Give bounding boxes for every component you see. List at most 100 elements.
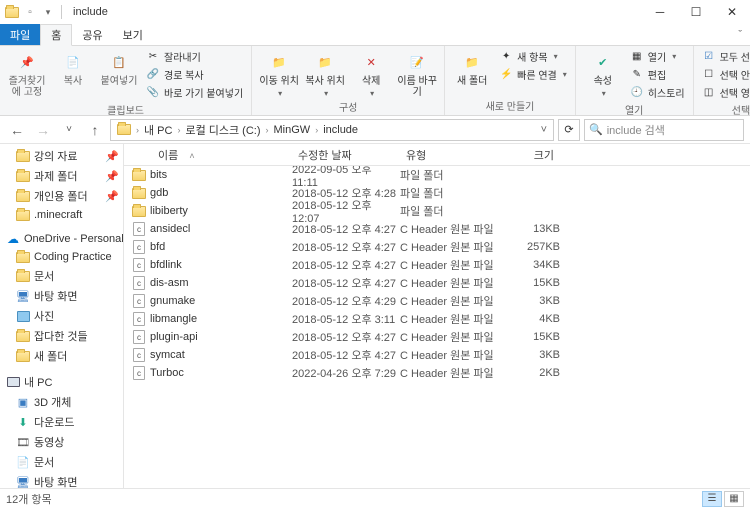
search-box[interactable]: 🔍 include 검색 [584, 119, 744, 141]
sidebar-item[interactable]: 📄문서 [0, 452, 123, 472]
column-date[interactable]: 수정한 날짜 [292, 147, 400, 163]
copyto-button[interactable]: 📁복사 위치▾ [304, 48, 346, 98]
breadcrumb[interactable]: 로컬 디스크 (C:) [181, 122, 264, 138]
open-button[interactable]: ▦열기▾ [628, 48, 687, 65]
properties-button[interactable]: ✔속성▾ [582, 48, 624, 98]
file-row[interactable]: gdb2018-05-12 오후 4:28파일 폴더 [124, 184, 750, 202]
cloud-icon: ☁ [6, 232, 20, 246]
breadcrumb[interactable]: include [319, 124, 362, 136]
close-button[interactable]: ✕ [714, 0, 750, 24]
sidebar-item[interactable]: 🖥바탕 화면 [0, 286, 123, 306]
copy-button[interactable]: 📄복사 [52, 48, 94, 87]
maximize-button[interactable]: ☐ [678, 0, 714, 24]
minimize-button[interactable]: ─ [642, 0, 678, 24]
file-date: 2018-05-12 오후 4:27 [292, 329, 400, 345]
main: 강의 자료📌 과제 폴더📌 개인용 폴더📌 .minecraft ☁OneDri… [0, 144, 750, 488]
sidebar-item-thispc[interactable]: 내 PC [0, 372, 123, 392]
sidebar-item[interactable]: 잡다한 것들 [0, 326, 123, 346]
address-bar[interactable]: › 내 PC › 로컬 디스크 (C:) › MinGW › include ˅ [110, 119, 554, 141]
file-row[interactable]: cbfd2018-05-12 오후 4:27C Header 원본 파일257K… [124, 238, 750, 256]
up-button[interactable]: ↑ [84, 119, 106, 141]
documents-icon: 📄 [16, 455, 30, 469]
file-row[interactable]: cgnumake2018-05-12 오후 4:29C Header 원본 파일… [124, 292, 750, 310]
file-name: Turboc [150, 367, 184, 379]
sidebar-item[interactable]: 문서 [0, 266, 123, 286]
sidebar-item[interactable]: Coding Practice [0, 248, 123, 266]
sidebar-item[interactable]: ▣3D 개체 [0, 392, 123, 412]
pc-icon [6, 375, 20, 389]
column-size[interactable]: 크기 [510, 147, 560, 163]
file-row[interactable]: clibmangle2018-05-12 오후 3:11C Header 원본 … [124, 310, 750, 328]
forward-button[interactable]: → [32, 119, 54, 141]
folder-icon [16, 208, 30, 222]
delete-button[interactable]: ✕삭제▾ [350, 48, 392, 98]
newfolder-button[interactable]: 📁새 폴더 [451, 48, 493, 87]
tab-share[interactable]: 공유 [72, 24, 112, 45]
file-row[interactable]: csymcat2018-05-12 오후 4:27C Header 원본 파일3… [124, 346, 750, 364]
back-button[interactable]: ← [6, 119, 28, 141]
pin-button[interactable]: 📌즐겨찾기에 고정 [6, 48, 48, 98]
ribbon-group-clipboard: 📌즐겨찾기에 고정 📄복사 📋붙여넣기 ✂잘라내기 🔗경로 복사 📎바로 가기 … [0, 46, 252, 115]
sidebar-item[interactable]: 🖥바탕 화면 [0, 472, 123, 488]
file-row[interactable]: cdis-asm2018-05-12 오후 4:27C Header 원본 파일… [124, 274, 750, 292]
address-dropdown-icon[interactable]: ˅ [537, 124, 551, 136]
ribbon-collapse-icon[interactable]: ˇ [730, 24, 750, 45]
qat-overflow-icon[interactable]: ▫ [22, 4, 38, 20]
easyaccess-button[interactable]: ⚡빠른 연결▾ [497, 66, 569, 83]
c-file-icon: c [132, 366, 146, 380]
newitem-button[interactable]: ✦새 항목▾ [497, 48, 569, 65]
file-list[interactable]: bits2022-09-05 오후 11:11파일 폴더gdb2018-05-1… [124, 166, 750, 488]
c-file-icon: c [132, 294, 146, 308]
file-name: bits [150, 169, 167, 181]
search-placeholder: include 검색 [607, 122, 665, 138]
rename-button[interactable]: 📝이름 바꾸기 [396, 48, 438, 98]
file-row[interactable]: cTurboc2022-04-26 오후 7:29C Header 원본 파일2… [124, 364, 750, 382]
sidebar-item-onedrive[interactable]: ☁OneDrive - Personal [0, 230, 123, 248]
file-row[interactable]: cplugin-api2018-05-12 오후 4:27C Header 원본… [124, 328, 750, 346]
chevron-down-icon: ▾ [324, 89, 328, 98]
recent-dropdown[interactable]: ˅ [58, 119, 80, 141]
file-name: bfd [150, 241, 165, 253]
sidebar-item[interactable]: ⬇다운로드 [0, 412, 123, 432]
copypath-button[interactable]: 🔗경로 복사 [144, 66, 245, 83]
sidebar-item[interactable]: 강의 자료📌 [0, 146, 123, 166]
selectnone-button[interactable]: ☐선택 안 함 [700, 66, 750, 83]
sidebar-item[interactable]: 새 폴더 [0, 346, 123, 366]
history-button[interactable]: 🕘히스토리 [628, 84, 687, 101]
sidebar-item[interactable]: 과제 폴더📌 [0, 166, 123, 186]
tab-home[interactable]: 홈 [40, 24, 72, 46]
cut-button[interactable]: ✂잘라내기 [144, 48, 245, 65]
tab-view[interactable]: 보기 [113, 24, 153, 45]
refresh-button[interactable]: ⟳ [558, 119, 580, 141]
selectnone-icon: ☐ [702, 68, 716, 82]
file-row[interactable]: libiberty2018-05-12 오후 12:07파일 폴더 [124, 202, 750, 220]
column-type[interactable]: 유형 [400, 147, 510, 163]
moveto-button[interactable]: 📁이동 위치▾ [258, 48, 300, 98]
navigation-pane[interactable]: 강의 자료📌 과제 폴더📌 개인용 폴더📌 .minecraft ☁OneDri… [0, 144, 124, 488]
tab-file[interactable]: 파일 [0, 24, 40, 45]
file-type: C Header 원본 파일 [400, 365, 510, 381]
sidebar-item[interactable]: 🎞동영상 [0, 432, 123, 452]
file-date: 2018-05-12 오후 4:27 [292, 221, 400, 237]
breadcrumb[interactable]: 내 PC [140, 122, 176, 138]
sidebar-item[interactable]: 사진 [0, 306, 123, 326]
qat-dropdown-icon[interactable]: ▾ [40, 4, 56, 20]
column-name[interactable]: 이름 ˄ [124, 147, 292, 163]
file-row[interactable]: cbfdlink2018-05-12 오후 4:27C Header 원본 파일… [124, 256, 750, 274]
desktop-icon: 🖥 [16, 289, 30, 303]
sidebar-item[interactable]: 개인용 폴더📌 [0, 186, 123, 206]
breadcrumb[interactable]: MinGW [270, 124, 315, 136]
pasteshortcut-button[interactable]: 📎바로 가기 붙여넣기 [144, 84, 245, 101]
sidebar-item[interactable]: .minecraft [0, 206, 123, 224]
invert-button[interactable]: ◫선택 영역 반전 [700, 84, 750, 101]
file-type: C Header 원본 파일 [400, 239, 510, 255]
folder-icon [132, 168, 146, 182]
paste-icon: 📋 [107, 50, 131, 74]
edit-button[interactable]: ✎편집 [628, 66, 687, 83]
selectall-button[interactable]: ☑모두 선택 [700, 48, 750, 65]
paste-button[interactable]: 📋붙여넣기 [98, 48, 140, 87]
file-row[interactable]: bits2022-09-05 오후 11:11파일 폴더 [124, 166, 750, 184]
icons-view-button[interactable]: ▦ [724, 491, 744, 507]
file-row[interactable]: cansidecl2018-05-12 오후 4:27C Header 원본 파… [124, 220, 750, 238]
details-view-button[interactable]: ☰ [702, 491, 722, 507]
